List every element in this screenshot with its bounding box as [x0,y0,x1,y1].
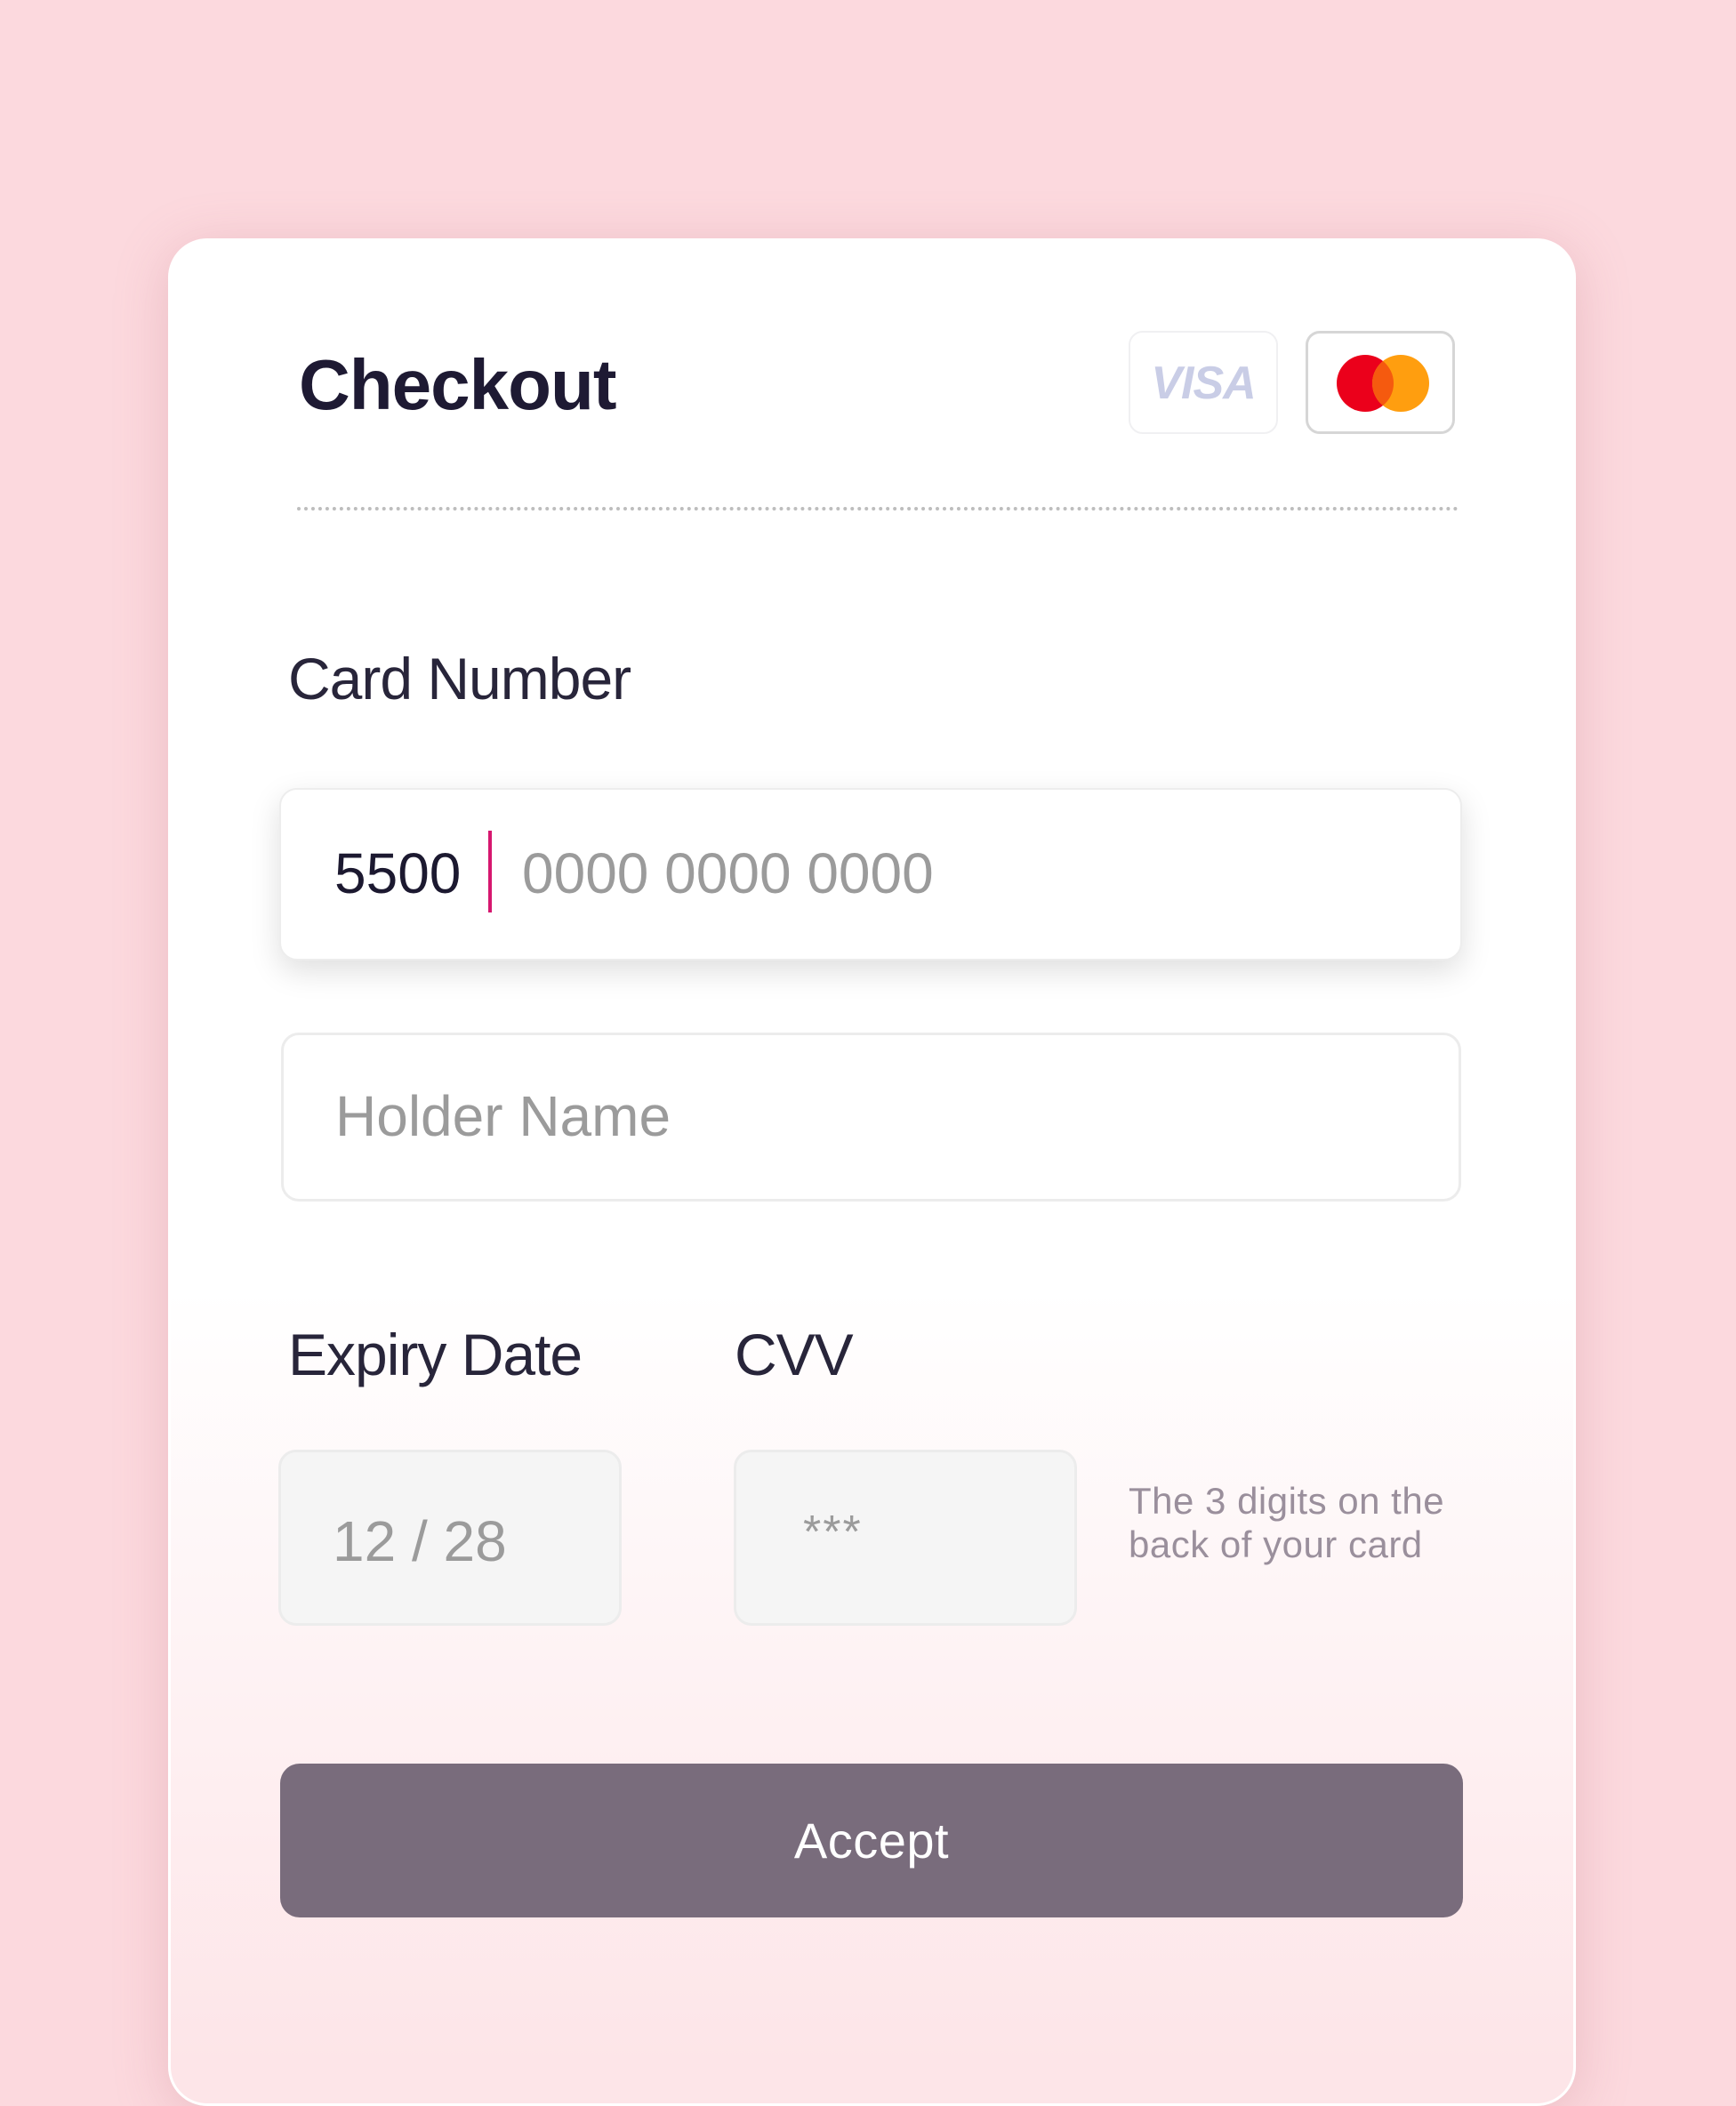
cvv-help-line-1: The 3 digits on the [1129,1480,1445,1522]
visa-logo-icon: VISA [1151,358,1256,409]
text-caret [488,831,492,912]
cvv-help-line-2: back of your card [1129,1523,1423,1565]
cvv-label: CVV [735,1322,854,1387]
header-divider [297,507,1459,510]
page-title: Checkout [299,345,616,424]
card-number-label: Card Number [288,646,631,711]
cvv-input[interactable]: *** [734,1450,1077,1626]
mastercard-logo-icon [1337,355,1429,412]
accept-button[interactable]: Accept [280,1764,1463,1917]
mastercard-brand-button[interactable] [1306,331,1455,434]
expiry-date-input[interactable]: 12 / 28 [278,1450,622,1626]
holder-name-placeholder: Holder Name [335,1084,671,1148]
holder-name-input[interactable]: Holder Name [281,1033,1461,1202]
card-number-placeholder: 0000 0000 0000 [522,841,934,905]
visa-brand-button[interactable]: VISA [1129,331,1278,434]
cvv-help-text: The 3 digits on the back of your card [1129,1479,1475,1566]
card-number-value: 5500 [334,841,462,905]
expiry-date-label: Expiry Date [288,1322,583,1387]
expiry-date-value: 12 / 28 [333,1509,507,1573]
card-number-input[interactable]: 5500 0000 0000 0000 [279,788,1462,961]
cvv-value: *** [803,1507,863,1558]
